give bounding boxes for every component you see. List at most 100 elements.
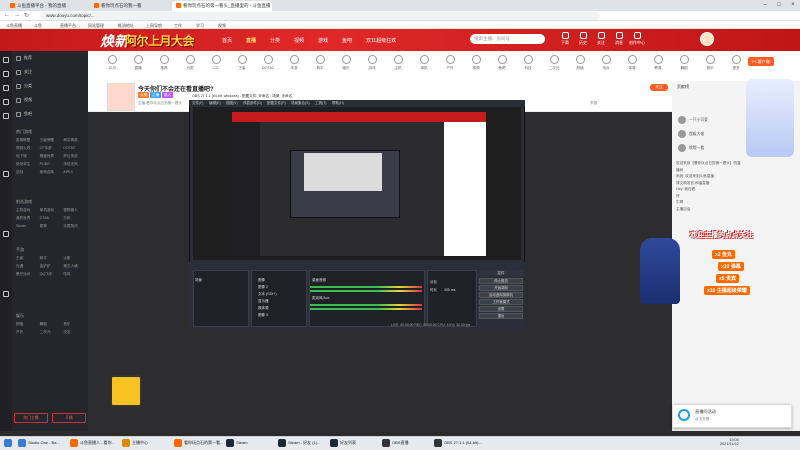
category-link[interactable]: 舞蹈 — [40, 322, 63, 327]
rank-row[interactable]: 哦哦一看 — [678, 144, 704, 152]
forward-icon[interactable]: → — [14, 12, 20, 18]
category-shortcut[interactable]: 视频 — [464, 55, 488, 71]
taskbar-item[interactable]: Steam - 好友 (1)... — [276, 438, 322, 448]
category-link[interactable]: PUBG — [40, 162, 63, 167]
creator-center-button[interactable]: 创作中心 — [628, 32, 646, 46]
url-field[interactable]: www.douyu.com/topic/... — [40, 12, 600, 20]
home-icon[interactable] — [3, 57, 9, 63]
bookmark[interactable]: 上网导航 — [146, 23, 162, 29]
video-icon[interactable] — [3, 99, 9, 105]
obs-menu-file[interactable]: 文件(F) — [192, 101, 203, 106]
nav-home[interactable]: 首页 — [222, 37, 232, 44]
obs-menu-tools[interactable]: 工具(T) — [315, 101, 326, 106]
start-recording-button[interactable]: 开始录制 — [479, 285, 523, 291]
category-link[interactable]: 地下城 — [16, 154, 39, 159]
category-link[interactable]: 英雄联盟 — [16, 138, 39, 143]
category-link[interactable]: GTA5 — [40, 216, 63, 221]
report-link[interactable]: 举报 — [590, 101, 597, 106]
obs-menu-scenes[interactable]: 场景集合(S) — [291, 101, 310, 106]
category-link[interactable]: 单机游戏 — [40, 208, 63, 213]
category-link[interactable]: 绝地求生 — [16, 162, 39, 167]
browser-tab[interactable]: 斗鱼直播平台 - 我的直播 — [6, 1, 86, 11]
stop-streaming-button[interactable]: 停止推流 — [479, 278, 523, 284]
category-link[interactable]: 和平 — [40, 256, 63, 261]
source-item[interactable]: 文本 (GDI+) — [258, 292, 277, 297]
category-shortcut[interactable]: 推荐 — [152, 55, 176, 71]
taskbar-item[interactable]: 主播中心 — [120, 438, 150, 448]
nav-event[interactable]: 双11超级狂欢 — [366, 37, 396, 44]
virtual-camera-button[interactable]: 启动虚拟摄像机 — [479, 292, 523, 298]
sidebar-item-recommend[interactable]: 推荐 — [16, 55, 32, 61]
nav-live[interactable]: 直播 — [246, 37, 256, 44]
category-shortcut[interactable]: 游戏 — [360, 55, 384, 71]
bookmark[interactable]: 视频 — [218, 23, 226, 29]
category-link[interactable]: 穿越火线 — [16, 146, 39, 151]
category-link[interactable]: 金铲铲 — [40, 264, 63, 269]
category-shortcut[interactable]: 颜值 — [568, 55, 592, 71]
category-shortcut[interactable]: 手游 — [282, 55, 306, 71]
system-clock[interactable]: 19:00 2021/11/22 — [720, 438, 739, 446]
obs-menu-dock[interactable]: 停靠部件(D) — [243, 101, 262, 106]
category-link[interactable]: 使命召唤 — [40, 170, 63, 175]
nav-fishbar[interactable]: 鱼吧 — [342, 37, 352, 44]
category-shortcut[interactable]: 主机 — [386, 55, 410, 71]
nav-category[interactable]: 分类 — [270, 37, 280, 44]
category-shortcut[interactable]: 舞蹈 — [672, 55, 696, 71]
category-shortcut[interactable]: 娱乐 — [334, 55, 358, 71]
taskbar-item[interactable]: Studio One - Ba... — [16, 438, 62, 448]
category-shortcut[interactable]: 更多 — [724, 55, 748, 71]
category-shortcut[interactable]: LOL — [204, 55, 228, 70]
entertainment-icon[interactable] — [3, 291, 9, 297]
category-link[interactable]: 光遇 — [16, 264, 39, 269]
category-shortcut[interactable]: 王者 — [230, 55, 254, 71]
category-link[interactable]: 王者 — [16, 256, 39, 261]
taskbar-item[interactable]: 好友列表 — [328, 438, 358, 448]
transition-select[interactable]: 淡化 — [430, 280, 437, 285]
taskbar-item[interactable]: OBS直播 — [380, 438, 410, 448]
refresh-icon[interactable]: ↻ — [24, 12, 29, 19]
category-link[interactable]: 二次元 — [40, 330, 63, 335]
source-item[interactable]: 图像 2 — [258, 285, 268, 290]
category-link[interactable]: 蛋仔派对 — [16, 272, 39, 277]
category-link[interactable]: 颜值 — [16, 322, 39, 327]
category-shortcut[interactable]: 音乐 — [698, 55, 722, 71]
messages-button[interactable]: 消息 — [610, 32, 628, 46]
source-item[interactable]: 图像 — [258, 278, 265, 283]
maximize-icon[interactable]: □ — [772, 0, 786, 11]
rank-row[interactable]: 超级大佬 — [678, 130, 704, 138]
obs-menu-help[interactable]: 帮助(H) — [332, 101, 344, 106]
studio-mode-button[interactable]: 工作室模式 — [479, 299, 523, 305]
scene-item[interactable]: 场景 — [195, 278, 202, 283]
rank-row[interactable]: 一只小可爱 — [678, 116, 708, 124]
bookmark[interactable]: 网站管理 — [88, 23, 104, 29]
sidebar-item-category[interactable]: 分类 — [16, 83, 32, 89]
go-live-button[interactable]: 开播 — [52, 413, 86, 423]
host-avatar[interactable] — [107, 83, 135, 111]
bookmark[interactable]: 斗鱼直播 — [6, 23, 22, 29]
history-button[interactable]: 历史 — [574, 32, 592, 46]
bookmark[interactable]: 工作 — [174, 23, 182, 29]
category-link[interactable]: DOTA2 — [63, 146, 86, 151]
category-shortcut[interactable]: 鱼吧 — [490, 55, 514, 71]
category-link[interactable]: 和平精英 — [63, 138, 86, 143]
taskbar-item[interactable]: 看你玩点石的第一看... — [172, 438, 225, 448]
category-link[interactable]: 原神 — [40, 224, 63, 229]
source-item[interactable]: 媒体源 — [258, 306, 269, 311]
source-item[interactable]: 显示器 — [258, 299, 269, 304]
taskbar-item[interactable]: Steam — [224, 438, 250, 448]
follow-list-button[interactable]: 关注 — [592, 32, 610, 46]
bookmark[interactable]: 直播平台 — [60, 23, 76, 29]
category-shortcut[interactable]: 二次元 — [542, 55, 566, 71]
sidebar-item-follow[interactable]: 关注 — [16, 69, 32, 75]
bookmark[interactable]: 斗鱼 — [34, 23, 42, 29]
category-shortcut[interactable]: 单机 — [412, 55, 436, 71]
category-link[interactable]: QQ飞车 — [40, 272, 63, 277]
sidebar-item-fishbar[interactable]: 鱼吧 — [16, 111, 32, 117]
category-shortcut[interactable]: 教育 — [646, 55, 670, 71]
promo-sticker[interactable] — [110, 375, 142, 407]
category-link[interactable]: 我的世界 — [16, 216, 39, 221]
category-link[interactable]: 户外 — [16, 330, 39, 335]
game-icon[interactable] — [3, 171, 9, 177]
category-shortcut[interactable]: 直播 — [126, 55, 150, 71]
category-link[interactable]: 音乐 — [63, 322, 86, 327]
